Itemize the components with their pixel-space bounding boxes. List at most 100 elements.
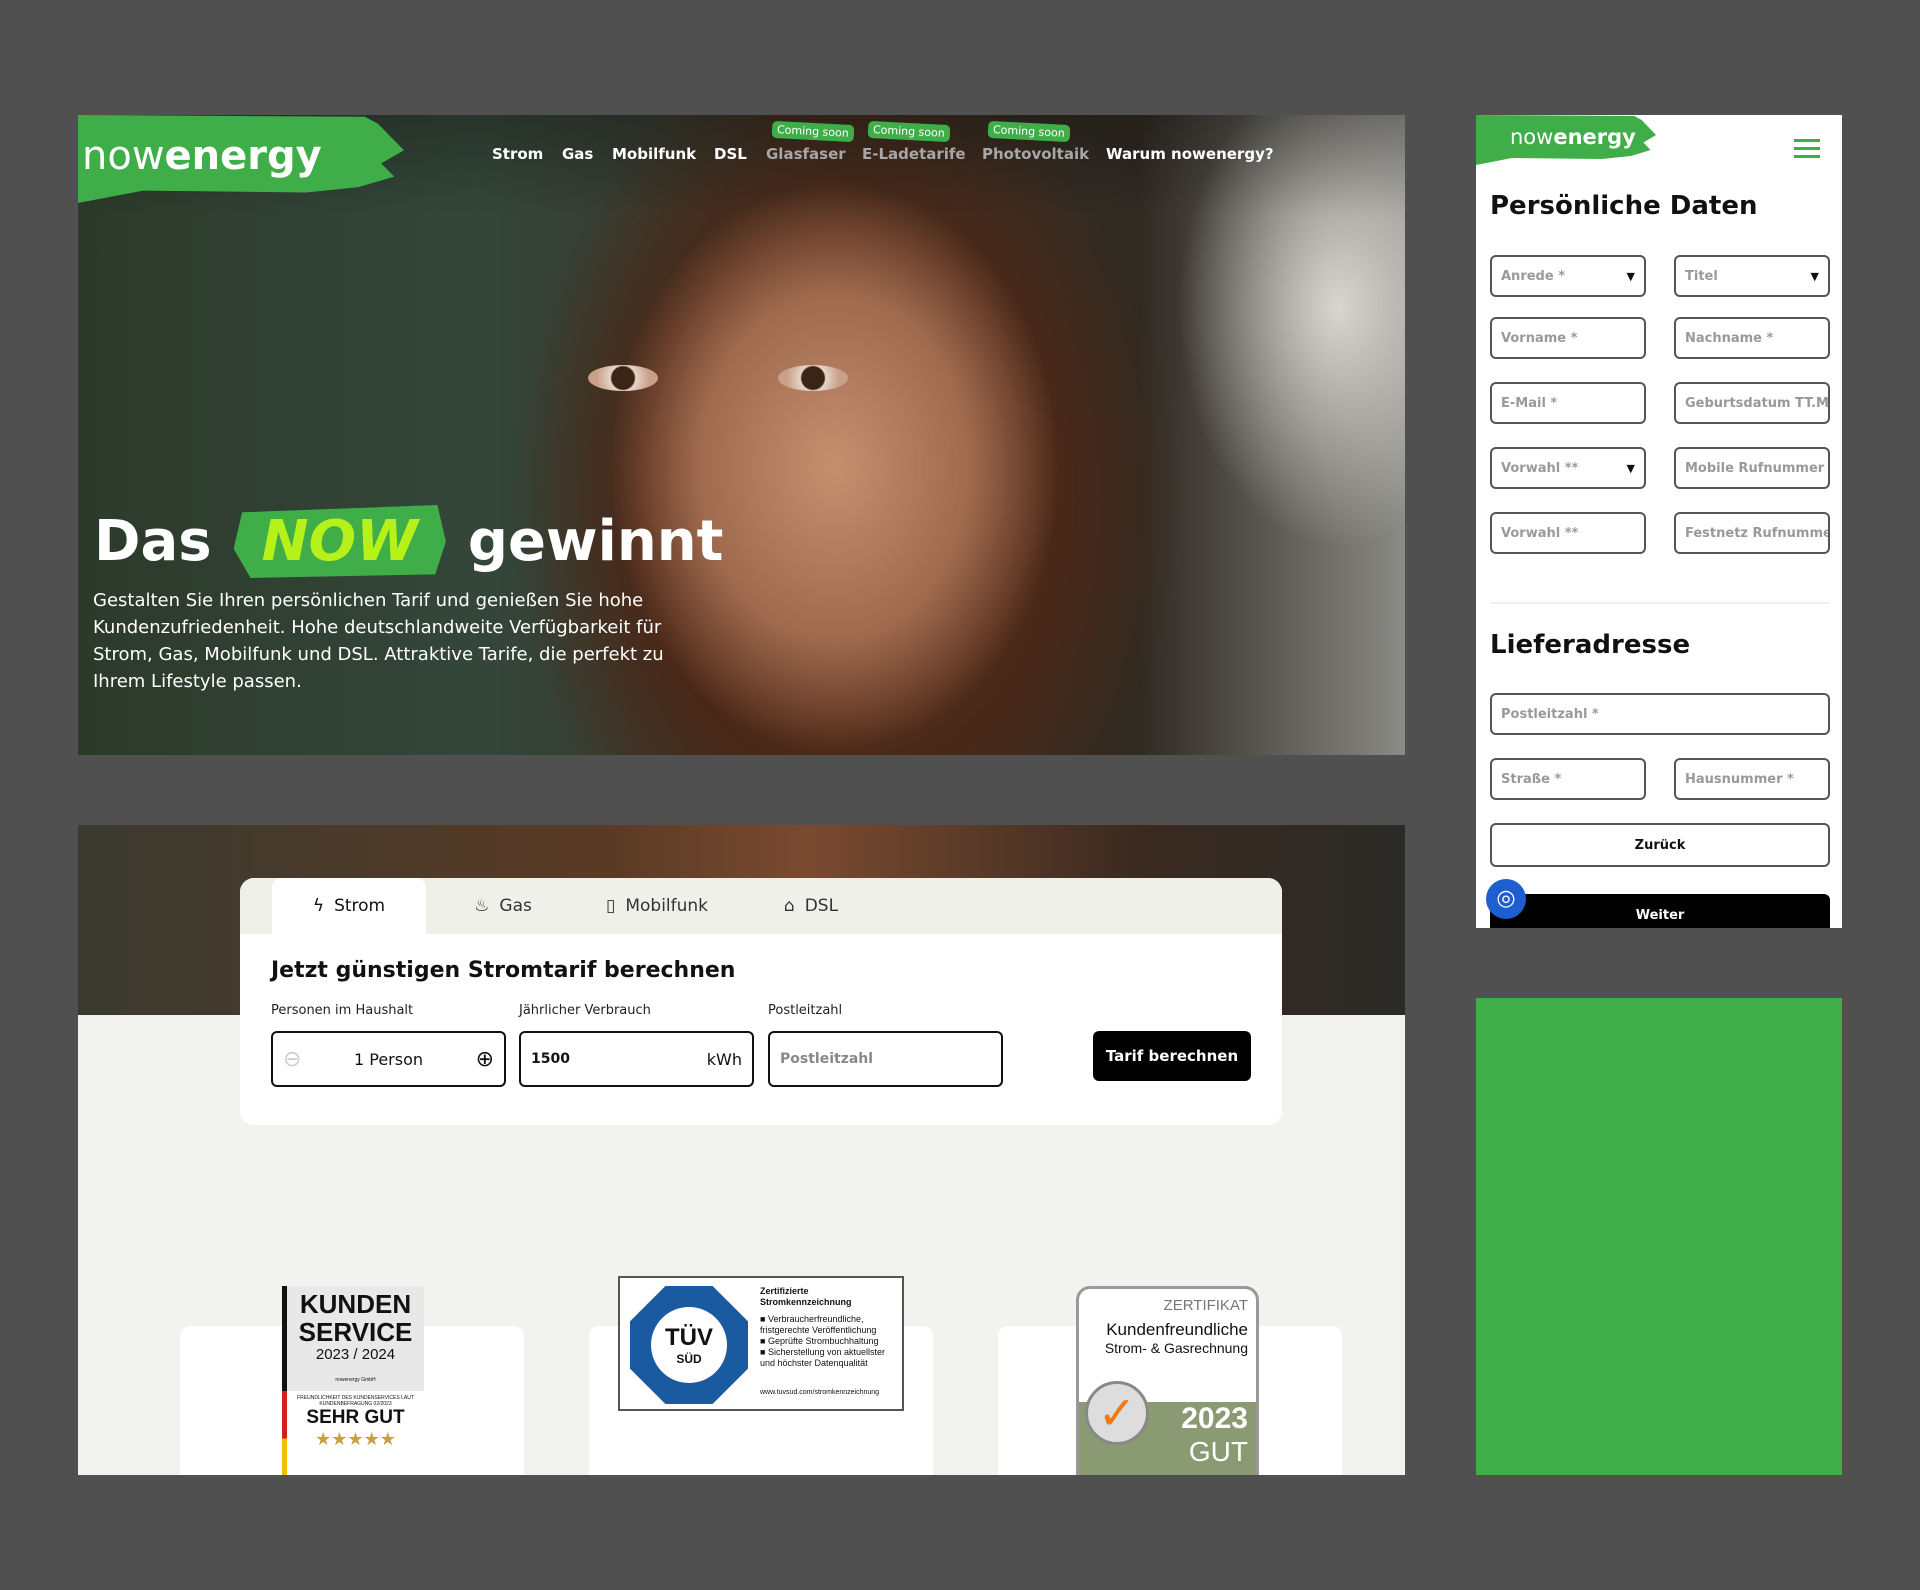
headline-after: gewinnt [467,509,724,574]
tuv-text: TÜV [665,1324,713,1351]
tuv-title: Zertifizierte Stromkennzeichnung [760,1286,852,1307]
logo-bold: energy [164,133,322,179]
title-select[interactable]: Titel ▼ [1674,255,1830,297]
section-title-address: Lieferadresse [1490,630,1691,660]
nav-strom[interactable]: Strom [492,145,543,163]
tab-gas[interactable]: ♨ Gas [426,878,580,934]
persons-value: 1 Person [353,1049,424,1069]
nav-warum[interactable]: Warum nowenergy? [1106,145,1274,163]
logo[interactable]: nowenergy [82,133,322,179]
tuv-url: www.tuvsud.com/stromkennzeichnung [760,1389,880,1396]
divider [1490,602,1830,604]
field-placeholder: Nachname * [1685,330,1774,346]
mobile-prefix-select[interactable]: Vorwahl ** ▼ [1490,447,1646,489]
tariff-calculator-section: ϟ Strom ♨ Gas ▯ Mobilfunk ⌂ DSL Jetzt günsti… [78,825,1405,1475]
tab-mobilfunk[interactable]: ▯ Mobilfunk [580,878,734,934]
logo-light: now [82,133,165,179]
nav-label: E-Ladetarife [862,145,966,163]
calculator-title: Jetzt günstigen Stromtarif berechnen [271,958,736,983]
tab-strom[interactable]: ϟ Strom [272,878,426,934]
mobile-number-input[interactable]: Mobile Rufnummer * [1674,447,1830,489]
mobile-form-preview: nowenergy Persönliche Daten Anrede * ▼ Ti… [1476,115,1842,928]
lastname-input[interactable]: Nachname * [1674,317,1830,359]
hero-section: nowenergy Strom Gas Mobilfunk DSL Coming… [78,115,1405,755]
salutation-select[interactable]: Anrede * ▼ [1490,255,1646,297]
logo-light: now [1510,125,1554,149]
tuv-badge: TÜV SÜD Zertifizierte Stromkennzeichnung… [618,1276,904,1411]
next-button[interactable]: Weiter [1490,894,1830,928]
persons-stepper[interactable]: ⊖ 1 Person ⊕ [271,1031,506,1087]
tuv-item: Geprüfte Strombuchhaltung [767,1336,879,1346]
kundenservice-badge: KUNDEN SERVICE 2023 / 2024 nowenergy Gmb… [282,1286,424,1475]
field-placeholder: Postleitzahl * [1501,706,1599,722]
field-placeholder: Vorname * [1501,330,1578,346]
badge-text: 2023 / 2024 [315,1346,396,1363]
flame-icon: ♨ [474,896,490,916]
badge-text: ZERTIFIKAT [1163,1297,1248,1314]
fingerprint-icon[interactable]: ◎ [1486,879,1526,919]
nav-photovoltaik[interactable]: Coming soon Photovoltaik [982,120,1090,163]
tuv-sub: SÜD [676,1352,702,1366]
field-placeholder: E-Mail * [1501,395,1558,411]
usage-label: Jährlicher Verbrauch [519,1003,651,1018]
router-icon: ⌂ [783,896,795,916]
tab-label: DSL [804,896,839,916]
firstname-input[interactable]: Vorname * [1490,317,1646,359]
stars-icon: ★★★★★ [315,1429,396,1449]
birthdate-input[interactable]: Geburtsdatum TT.MM.JJJJ * [1674,382,1830,424]
zip-label: Postleitzahl [768,1003,843,1018]
usage-input[interactable]: 1500 kWh [519,1031,754,1087]
badge-text: SEHR GUT [306,1407,405,1428]
badge-text: Strom- & Gasrechnung [1104,1340,1248,1356]
landline-prefix-input[interactable]: Vorwahl ** [1490,512,1646,554]
headline-before: Das [94,509,212,574]
nav-dsl[interactable]: DSL [714,145,747,163]
field-placeholder: Titel [1685,268,1718,284]
nav-e-ladetarife[interactable]: Coming soon E-Ladetarife [862,120,966,163]
field-placeholder: Mobile Rufnummer * [1685,460,1830,476]
field-placeholder: Hausnummer * [1685,771,1794,787]
zip-input[interactable]: Postleitzahl [768,1031,1003,1087]
field-placeholder: Geburtsdatum TT.MM.JJJJ * [1685,395,1829,411]
plus-icon[interactable]: ⊕ [476,1047,494,1072]
tab-label: Gas [499,896,532,916]
tab-dsl[interactable]: ⌂ DSL [734,878,888,934]
field-placeholder: Anrede * [1501,268,1565,284]
section-title-personal: Persönliche Daten [1490,191,1758,221]
portrait-eye [778,365,848,391]
dropdown-arrow-icon: ▼ [1626,461,1635,475]
logo-bold: energy [1553,125,1636,149]
usage-value: 1500 [531,1051,570,1067]
badge-text: KUNDEN [299,1289,412,1319]
hamburger-menu-icon[interactable] [1794,139,1820,158]
nav-label: Glasfaser [766,145,846,163]
nav-mobilfunk[interactable]: Mobilfunk [612,145,696,163]
badge-text: Kundenfreundliche [1106,1320,1248,1339]
portrait-eye [588,365,658,391]
tab-label: Strom [334,896,386,916]
logo[interactable]: nowenergy [1510,125,1636,149]
bolt-icon: ϟ [312,896,325,916]
zip-input[interactable]: Postleitzahl * [1490,693,1830,735]
persons-label: Personen im Haushalt [271,1003,414,1018]
nav-glasfaser[interactable]: Coming soon Glasfaser [766,120,855,163]
checkmark-icon: ✓ [1085,1381,1149,1445]
house-number-input[interactable]: Hausnummer * [1674,758,1830,800]
calculator-card: ϟ Strom ♨ Gas ▯ Mobilfunk ⌂ DSL Jetzt günsti… [240,878,1282,1125]
landline-number-input[interactable]: Festnetz Rufnummer [1674,512,1830,554]
tuv-item: Sicherstellung von aktuellster und höchs… [760,1347,885,1368]
phone-icon: ▯ [605,896,616,916]
nav-gas[interactable]: Gas [562,145,593,163]
email-input[interactable]: E-Mail * [1490,382,1646,424]
street-input[interactable]: Straße * [1490,758,1646,800]
field-placeholder: Vorwahl ** [1501,460,1579,476]
back-button[interactable]: Zurück [1490,823,1830,867]
badge-text: SERVICE [298,1317,413,1347]
nav-label: Photovoltaik [982,145,1090,163]
field-placeholder: Straße * [1501,771,1562,787]
minus-icon[interactable]: ⊖ [283,1047,301,1072]
dropdown-arrow-icon: ▼ [1626,269,1635,283]
product-tabs: ϟ Strom ♨ Gas ▯ Mobilfunk ⌂ DSL [240,878,1282,934]
tab-label: Mobilfunk [625,896,709,916]
calculate-button[interactable]: Tarif berechnen [1093,1031,1251,1081]
